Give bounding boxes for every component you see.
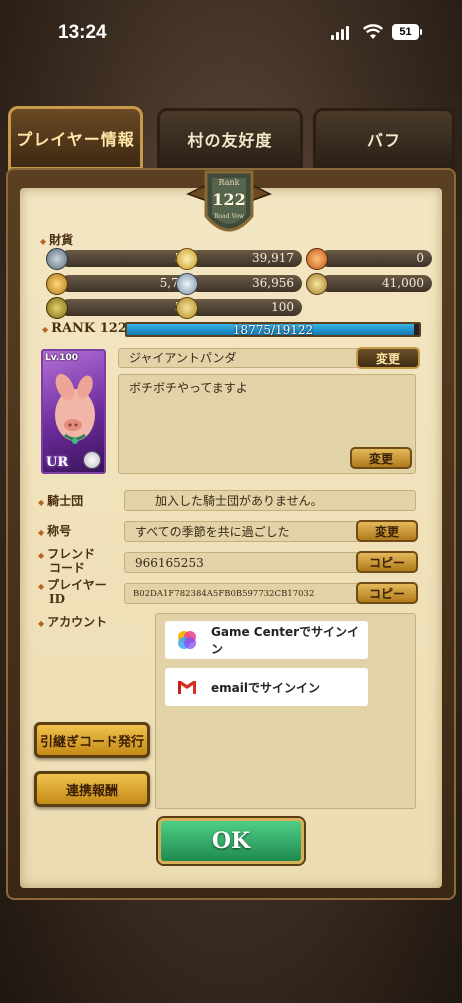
swords-icon <box>46 248 68 270</box>
player-id-label-2: ID <box>49 592 66 606</box>
change-comment-button[interactable]: 変更 <box>350 447 412 469</box>
character-card[interactable]: Lv.100 UR <box>41 349 106 474</box>
tab-player-info[interactable]: プレイヤー情報 <box>8 106 143 170</box>
link-reward-button[interactable]: 連携報酬 <box>34 771 150 807</box>
change-title-button[interactable]: 変更 <box>356 520 418 542</box>
diamond-icon: ◆ <box>38 618 45 628</box>
stat-value: 39,917 <box>190 250 302 267</box>
tab-village-friendship[interactable]: 村の友好度 <box>157 108 303 170</box>
diamond-icon: ◆ <box>38 527 45 537</box>
diamond-icon: ◆ <box>38 497 45 507</box>
coin-stack-icon <box>176 248 198 270</box>
game-center-signin-label: Game Centerでサインイン <box>211 625 360 656</box>
diamond-icon: ◆ <box>38 550 45 560</box>
gold-coin-icon <box>46 273 68 295</box>
stat-value: 36,956 <box>190 275 302 292</box>
change-name-button[interactable]: 変更 <box>356 347 420 369</box>
friend-code-label-2: コード <box>49 561 86 575</box>
card-rarity: UR <box>46 455 69 470</box>
emblem-subtitle: Road Vow <box>214 213 245 220</box>
rank-progress-text: 18775/19122 <box>232 323 314 337</box>
status-bar: 13:24 51 <box>0 0 462 62</box>
emblem-title: Rank <box>219 178 240 187</box>
assets-label: 財貨 <box>49 233 74 247</box>
stat-value: 0 <box>320 250 432 267</box>
knights-field: 加入した騎士団がありません。 <box>124 490 416 511</box>
email-signin-button[interactable]: emailでサインイン <box>165 668 368 706</box>
emblem-rank: 122 <box>212 190 245 209</box>
gear-coin-icon <box>176 297 198 319</box>
assets-heading: ◆ 財貨 <box>40 231 73 248</box>
pig-character-icon <box>55 373 95 444</box>
rank-label: RANK 122 <box>51 321 127 336</box>
stat-value: 41,000 <box>320 275 432 292</box>
copy-player-id-button[interactable]: コピー <box>356 582 418 604</box>
rank-progress-bar: 18775/19122 <box>125 322 421 337</box>
rank-emblem: Rank 122 Road Vow <box>186 170 272 232</box>
player-id-heading: ◆ プレイヤー ID <box>38 579 107 606</box>
signal-icon <box>331 26 349 40</box>
status-time: 13:24 <box>58 22 107 43</box>
timer-icon <box>46 297 68 319</box>
ok-button[interactable]: OK <box>158 818 304 864</box>
game-center-icon <box>178 631 196 649</box>
diamond-icon: ◆ <box>42 324 49 334</box>
gmail-icon <box>178 681 196 694</box>
copy-friend-code-button[interactable]: コピー <box>356 551 418 573</box>
rank-heading: ◆ RANK 122 <box>42 321 127 336</box>
card-level: Lv.100 <box>45 353 79 363</box>
orange-orb-icon <box>306 248 328 270</box>
title-heading: ◆ 称号 <box>38 525 71 539</box>
friend-code-heading: ◆ フレンド コード <box>38 548 95 575</box>
account-label: アカウント <box>47 615 108 629</box>
knights-heading: ◆ 騎士団 <box>38 495 83 509</box>
silver-medal-icon <box>176 273 198 295</box>
friend-code-label-1: フレンド <box>47 547 96 561</box>
game-center-signin-button[interactable]: Game Centerでサインイン <box>165 621 368 659</box>
diamond-icon: ◆ <box>40 236 47 246</box>
title-label: 称号 <box>47 524 72 538</box>
gold-medal-icon <box>306 273 328 295</box>
wifi-icon <box>363 24 383 39</box>
comment-text: ボチボチやってますよ <box>129 381 248 395</box>
issue-transfer-code-button[interactable]: 引継ぎコード発行 <box>34 722 150 758</box>
knights-label: 騎士団 <box>47 494 84 508</box>
white-beast-icon <box>83 451 101 469</box>
battery-icon: 51 <box>392 24 422 40</box>
stat-value: 100 <box>190 299 302 316</box>
diamond-icon: ◆ <box>38 581 45 591</box>
player-id-label-1: プレイヤー <box>47 578 107 592</box>
account-heading: ◆ アカウント <box>38 616 107 630</box>
email-signin-label: emailでサインイン <box>211 680 320 695</box>
tab-buff[interactable]: バフ <box>313 108 455 170</box>
